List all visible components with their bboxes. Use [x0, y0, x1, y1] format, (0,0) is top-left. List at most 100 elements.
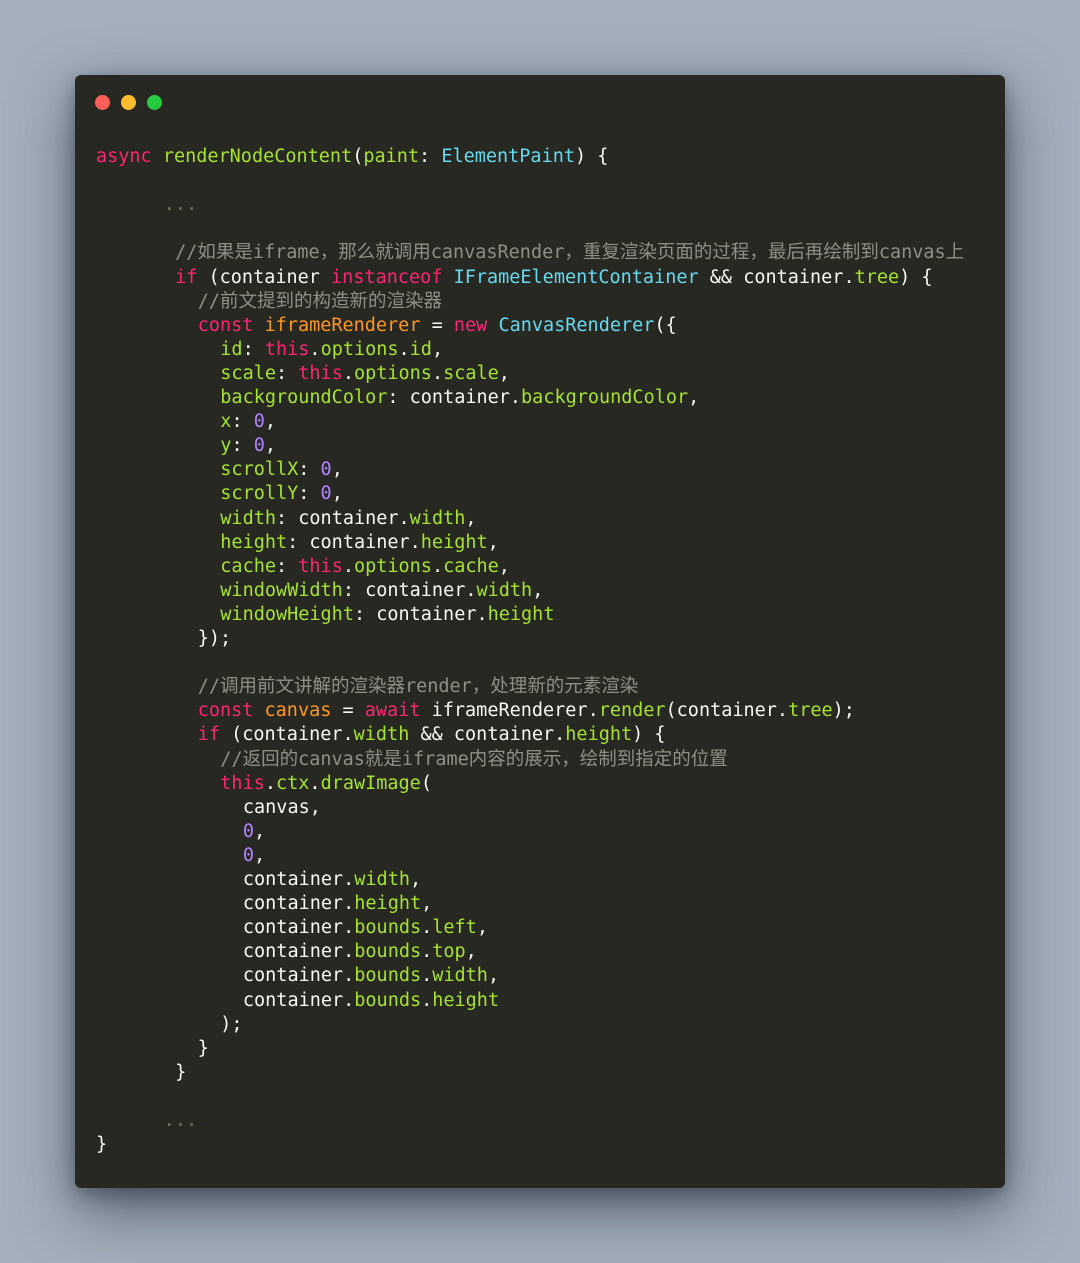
code-line: x: 0,: [220, 410, 276, 434]
code-token: CanvasRenderer: [498, 314, 655, 336]
code-token: this: [264, 338, 310, 360]
code-token: .: [421, 965, 433, 987]
code-token: this: [220, 772, 265, 794]
code-token: iframeRenderer: [431, 700, 588, 722]
code-token: options: [353, 362, 432, 384]
code-token: 0: [320, 459, 332, 481]
code-token: instanceof: [331, 266, 443, 288]
code-line: container.bounds.height: [243, 989, 499, 1013]
code-line: container.bounds.top,: [243, 940, 477, 964]
code-token: ({: [654, 314, 677, 336]
code-line: canvas,: [243, 796, 321, 820]
code-token: bounds: [354, 989, 422, 1011]
code-line: windowWidth: container.width,: [220, 579, 543, 603]
code-line: }: [175, 1061, 186, 1085]
code-token: .: [343, 893, 355, 915]
code-line: y: 0,: [220, 434, 276, 458]
code-line: ...: [164, 193, 197, 217]
code-line: container.width,: [243, 868, 421, 892]
code-token: .: [398, 507, 410, 529]
code-token: .: [476, 603, 488, 625]
code-token: tree: [854, 266, 900, 288]
code-token: ,: [431, 338, 444, 360]
code-token: );: [220, 1013, 243, 1035]
code-token: ,: [465, 941, 477, 963]
code-token: .: [587, 700, 599, 722]
code-token: container: [242, 965, 344, 987]
code-token: bounds: [354, 941, 422, 963]
code-line: 0,: [243, 820, 265, 844]
code-token: ) {: [574, 146, 609, 167]
code-token: width: [409, 507, 466, 529]
code-token: container: [298, 507, 399, 529]
code-token: :: [342, 579, 366, 601]
code-line: windowHeight: container.height: [220, 603, 554, 627]
code-line: container.bounds.left,: [243, 916, 488, 940]
code-token: }: [96, 1134, 108, 1156]
code-token: .: [843, 266, 855, 288]
code-token: 0: [320, 483, 332, 505]
code-token: :: [231, 411, 254, 433]
code-token: :: [419, 146, 442, 167]
code-token: .: [776, 700, 789, 722]
code-token: ,: [465, 507, 477, 529]
close-dot-icon[interactable]: [95, 95, 110, 110]
code-token: options: [353, 555, 432, 577]
code-token: :: [231, 435, 254, 457]
code-token: .: [431, 555, 444, 577]
code-token: render: [598, 700, 666, 722]
code-token: .: [342, 724, 354, 746]
code-token: cache: [220, 555, 276, 577]
code-token: height: [565, 724, 633, 746]
code-line: cache: this.options.cache,: [220, 555, 510, 579]
code-token: height: [220, 531, 288, 553]
code-token: const: [197, 314, 254, 336]
code-token: backgroundColor: [220, 387, 388, 408]
code-token: height: [432, 989, 500, 1011]
code-line: });: [198, 627, 231, 651]
code-line: 0,: [243, 844, 265, 868]
code-token: canvas,: [242, 796, 321, 818]
code-token: .: [309, 338, 321, 360]
code-token: .: [421, 989, 433, 1011]
code-token: id: [220, 338, 243, 360]
code-token: tree: [788, 700, 833, 722]
code-token: &&: [409, 724, 454, 746]
code-line: }: [198, 1037, 209, 1061]
code-token: ,: [254, 820, 266, 842]
code-token: (: [665, 700, 677, 722]
code-token: ,: [476, 917, 488, 939]
code-token: async: [96, 146, 152, 167]
minimize-dot-icon[interactable]: [121, 95, 136, 110]
traffic-lights: [95, 95, 162, 111]
code-token: :: [276, 555, 299, 577]
code-token: height: [487, 603, 555, 625]
code-token: (: [352, 146, 364, 167]
code-token: .: [342, 362, 354, 384]
code-token: 0: [242, 820, 255, 842]
code-token: scrollY: [220, 483, 299, 505]
code-token: y: [220, 435, 232, 457]
code-token: ,: [532, 579, 544, 601]
code-token: .: [343, 869, 355, 890]
code-token: .: [264, 772, 276, 794]
maximize-dot-icon[interactable]: [147, 95, 162, 110]
code-token: width: [476, 579, 533, 601]
code-token: .: [554, 724, 566, 746]
code-token: (: [219, 724, 243, 746]
code-token: .: [509, 387, 522, 408]
code-line: const canvas = await iframeRenderer.rend…: [198, 699, 855, 723]
code-token: iframeRenderer: [264, 314, 421, 336]
code-token: //如果是iframe，那么就调用canvasRender，重复渲染页面的过程，…: [175, 242, 965, 264]
code-token: ,: [688, 387, 700, 408]
code-token: await: [364, 700, 421, 722]
code-token: container: [453, 724, 555, 746]
code-line: }: [96, 1133, 107, 1157]
code-token: :: [298, 483, 321, 505]
code-token: top: [432, 941, 466, 963]
code-token: :: [353, 603, 377, 625]
code-token: //调用前文讲解的渲染器render，处理新的元素渲染: [197, 676, 639, 698]
